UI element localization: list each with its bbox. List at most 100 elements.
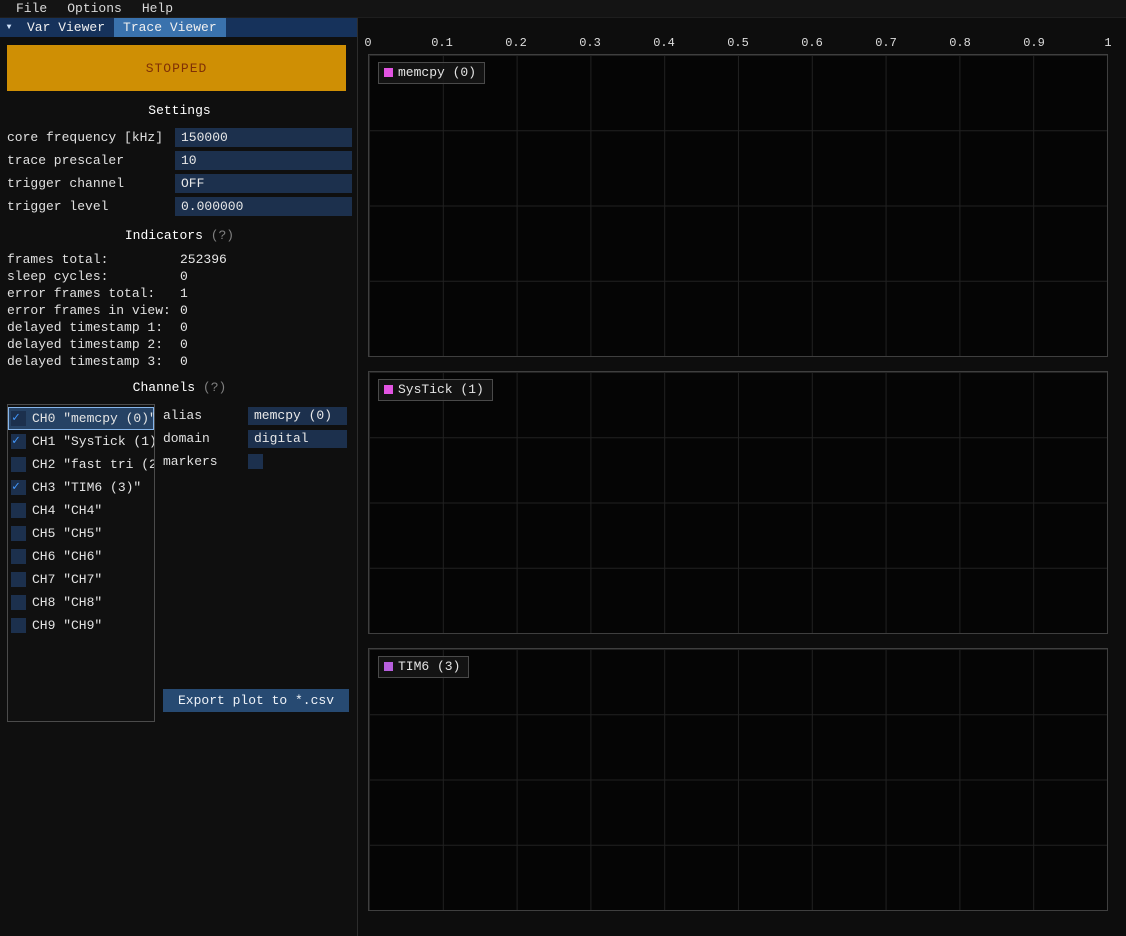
menu-file[interactable]: File bbox=[6, 1, 57, 16]
channel-checkbox[interactable] bbox=[11, 618, 26, 633]
channel-row-ch2[interactable]: CH2 "fast tri (2 bbox=[8, 453, 154, 476]
channel-checkbox[interactable] bbox=[11, 503, 26, 518]
domain-row: domain digital bbox=[163, 427, 349, 450]
channel-checkbox[interactable] bbox=[11, 595, 26, 610]
channel-row-ch7[interactable]: CH7 "CH7" bbox=[8, 568, 154, 591]
axis-tick: 0.9 bbox=[1023, 36, 1045, 50]
indicator-error-frames-total: error frames total: 1 bbox=[7, 285, 352, 302]
indicator-delayed-timestamp-3: delayed timestamp 3: 0 bbox=[7, 353, 352, 370]
tab-var-viewer[interactable]: Var Viewer bbox=[18, 18, 114, 37]
indicator-error-frames-in-view: error frames in view: 0 bbox=[7, 302, 352, 319]
setting-label: trigger level bbox=[7, 199, 175, 214]
legend-label: TIM6 (3) bbox=[398, 659, 460, 674]
plot-memcpy[interactable]: memcpy (0) bbox=[368, 54, 1108, 357]
setting-label: trace prescaler bbox=[7, 153, 175, 168]
settings-title: Settings bbox=[7, 103, 352, 120]
channel-row-ch1[interactable]: CH1 "SysTick (1)" bbox=[8, 430, 154, 453]
channel-list: CH0 "memcpy (0)" CH1 "SysTick (1)" CH2 "… bbox=[7, 404, 155, 722]
indicator-label: error frames in view: bbox=[7, 303, 180, 318]
indicator-value: 0 bbox=[180, 337, 188, 352]
channel-checkbox[interactable] bbox=[11, 572, 26, 587]
axis-tick: 0 bbox=[364, 36, 371, 50]
indicator-label: delayed timestamp 2: bbox=[7, 337, 180, 352]
trace-prescaler-input[interactable] bbox=[175, 151, 352, 170]
legend-tim6[interactable]: TIM6 (3) bbox=[378, 656, 469, 678]
setting-trace-prescaler: trace prescaler bbox=[7, 149, 352, 172]
acquisition-state-button[interactable]: STOPPED bbox=[7, 45, 346, 91]
channel-label: CH1 "SysTick (1)" bbox=[32, 434, 154, 449]
alias-label: alias bbox=[163, 408, 248, 423]
axis-tick: 1 bbox=[1104, 36, 1111, 50]
channels-title: Channels (?) bbox=[7, 380, 352, 397]
indicator-value: 0 bbox=[180, 269, 188, 284]
channel-label: CH6 "CH6" bbox=[32, 549, 102, 564]
channel-label: CH3 "TIM6 (3)" bbox=[32, 480, 141, 495]
domain-combo[interactable]: digital bbox=[248, 430, 347, 448]
indicator-value: 252396 bbox=[180, 252, 227, 267]
alias-row: alias memcpy (0) bbox=[163, 404, 349, 427]
channel-row-ch0[interactable]: CH0 "memcpy (0)" bbox=[8, 407, 154, 430]
axis-tick: 0.6 bbox=[801, 36, 823, 50]
markers-checkbox[interactable] bbox=[248, 454, 263, 469]
trigger-level-input[interactable] bbox=[175, 197, 352, 216]
plot-systick[interactable]: SysTick (1) bbox=[368, 371, 1108, 634]
axis-tick: 0.2 bbox=[505, 36, 527, 50]
axis-tick: 0.4 bbox=[653, 36, 675, 50]
channel-row-ch3[interactable]: CH3 "TIM6 (3)" bbox=[8, 476, 154, 499]
indicator-label: delayed timestamp 1: bbox=[7, 320, 180, 335]
axis-tick: 0.7 bbox=[875, 36, 897, 50]
core-frequency-input[interactable] bbox=[175, 128, 352, 147]
series-color-swatch bbox=[384, 68, 393, 77]
setting-trigger-channel: trigger channel OFF bbox=[7, 172, 352, 195]
setting-label: core frequency [kHz] bbox=[7, 130, 175, 145]
series-color-swatch bbox=[384, 662, 393, 671]
channel-checkbox[interactable] bbox=[11, 457, 26, 472]
markers-label: markers bbox=[163, 454, 248, 469]
channel-checkbox[interactable] bbox=[11, 526, 26, 541]
indicator-label: delayed timestamp 3: bbox=[7, 354, 180, 369]
channel-label: CH0 "memcpy (0)" bbox=[32, 411, 154, 426]
channel-checkbox[interactable] bbox=[11, 434, 26, 449]
channels-title-text: Channels bbox=[133, 380, 195, 395]
channels-section: CH0 "memcpy (0)" CH1 "SysTick (1)" CH2 "… bbox=[7, 404, 352, 722]
channel-checkbox[interactable] bbox=[11, 411, 26, 426]
trigger-channel-combo[interactable]: OFF bbox=[175, 174, 352, 193]
channel-row-ch9[interactable]: CH9 "CH9" bbox=[8, 614, 154, 637]
menu-help[interactable]: Help bbox=[132, 1, 183, 16]
channel-row-ch6[interactable]: CH6 "CH6" bbox=[8, 545, 154, 568]
channel-label: CH7 "CH7" bbox=[32, 572, 102, 587]
main-content: ▼ Var Viewer Trace Viewer STOPPED Settin… bbox=[0, 18, 1126, 936]
time-axis: 0 0.1 0.2 0.3 0.4 0.5 0.6 0.7 0.8 0.9 1 bbox=[368, 36, 1108, 49]
indicator-value: 0 bbox=[180, 354, 188, 369]
channel-detail: alias memcpy (0) domain digital markers … bbox=[155, 404, 352, 722]
channel-label: CH8 "CH8" bbox=[32, 595, 102, 610]
indicator-frames-total: frames total: 252396 bbox=[7, 251, 352, 268]
collapse-window-icon[interactable]: ▼ bbox=[0, 18, 18, 37]
channel-label: CH4 "CH4" bbox=[32, 503, 102, 518]
plots-panel: 0 0.1 0.2 0.3 0.4 0.5 0.6 0.7 0.8 0.9 1 … bbox=[357, 18, 1126, 936]
axis-tick: 0.8 bbox=[949, 36, 971, 50]
series-color-swatch bbox=[384, 385, 393, 394]
menu-options[interactable]: Options bbox=[57, 1, 132, 16]
plot-tim6[interactable]: TIM6 (3) bbox=[368, 648, 1108, 911]
channel-checkbox[interactable] bbox=[11, 549, 26, 564]
indicators-title: Indicators (?) bbox=[7, 228, 352, 245]
channel-checkbox[interactable] bbox=[11, 480, 26, 495]
indicators-help-icon: (?) bbox=[211, 228, 234, 243]
legend-memcpy[interactable]: memcpy (0) bbox=[378, 62, 485, 84]
indicator-value: 0 bbox=[180, 303, 188, 318]
export-csv-button[interactable]: Export plot to *.csv bbox=[163, 689, 349, 712]
channel-row-ch5[interactable]: CH5 "CH5" bbox=[8, 522, 154, 545]
tab-trace-viewer[interactable]: Trace Viewer bbox=[114, 18, 226, 37]
alias-input[interactable]: memcpy (0) bbox=[248, 407, 347, 425]
trace-viewer-panel: STOPPED Settings core frequency [kHz] tr… bbox=[0, 37, 357, 936]
axis-tick: 0.1 bbox=[431, 36, 453, 50]
setting-label: trigger channel bbox=[7, 176, 175, 191]
legend-systick[interactable]: SysTick (1) bbox=[378, 379, 493, 401]
tab-bar: ▼ Var Viewer Trace Viewer bbox=[0, 18, 357, 37]
indicator-value: 1 bbox=[180, 286, 188, 301]
channel-row-ch8[interactable]: CH8 "CH8" bbox=[8, 591, 154, 614]
indicator-value: 0 bbox=[180, 320, 188, 335]
indicator-sleep-cycles: sleep cycles: 0 bbox=[7, 268, 352, 285]
channel-row-ch4[interactable]: CH4 "CH4" bbox=[8, 499, 154, 522]
